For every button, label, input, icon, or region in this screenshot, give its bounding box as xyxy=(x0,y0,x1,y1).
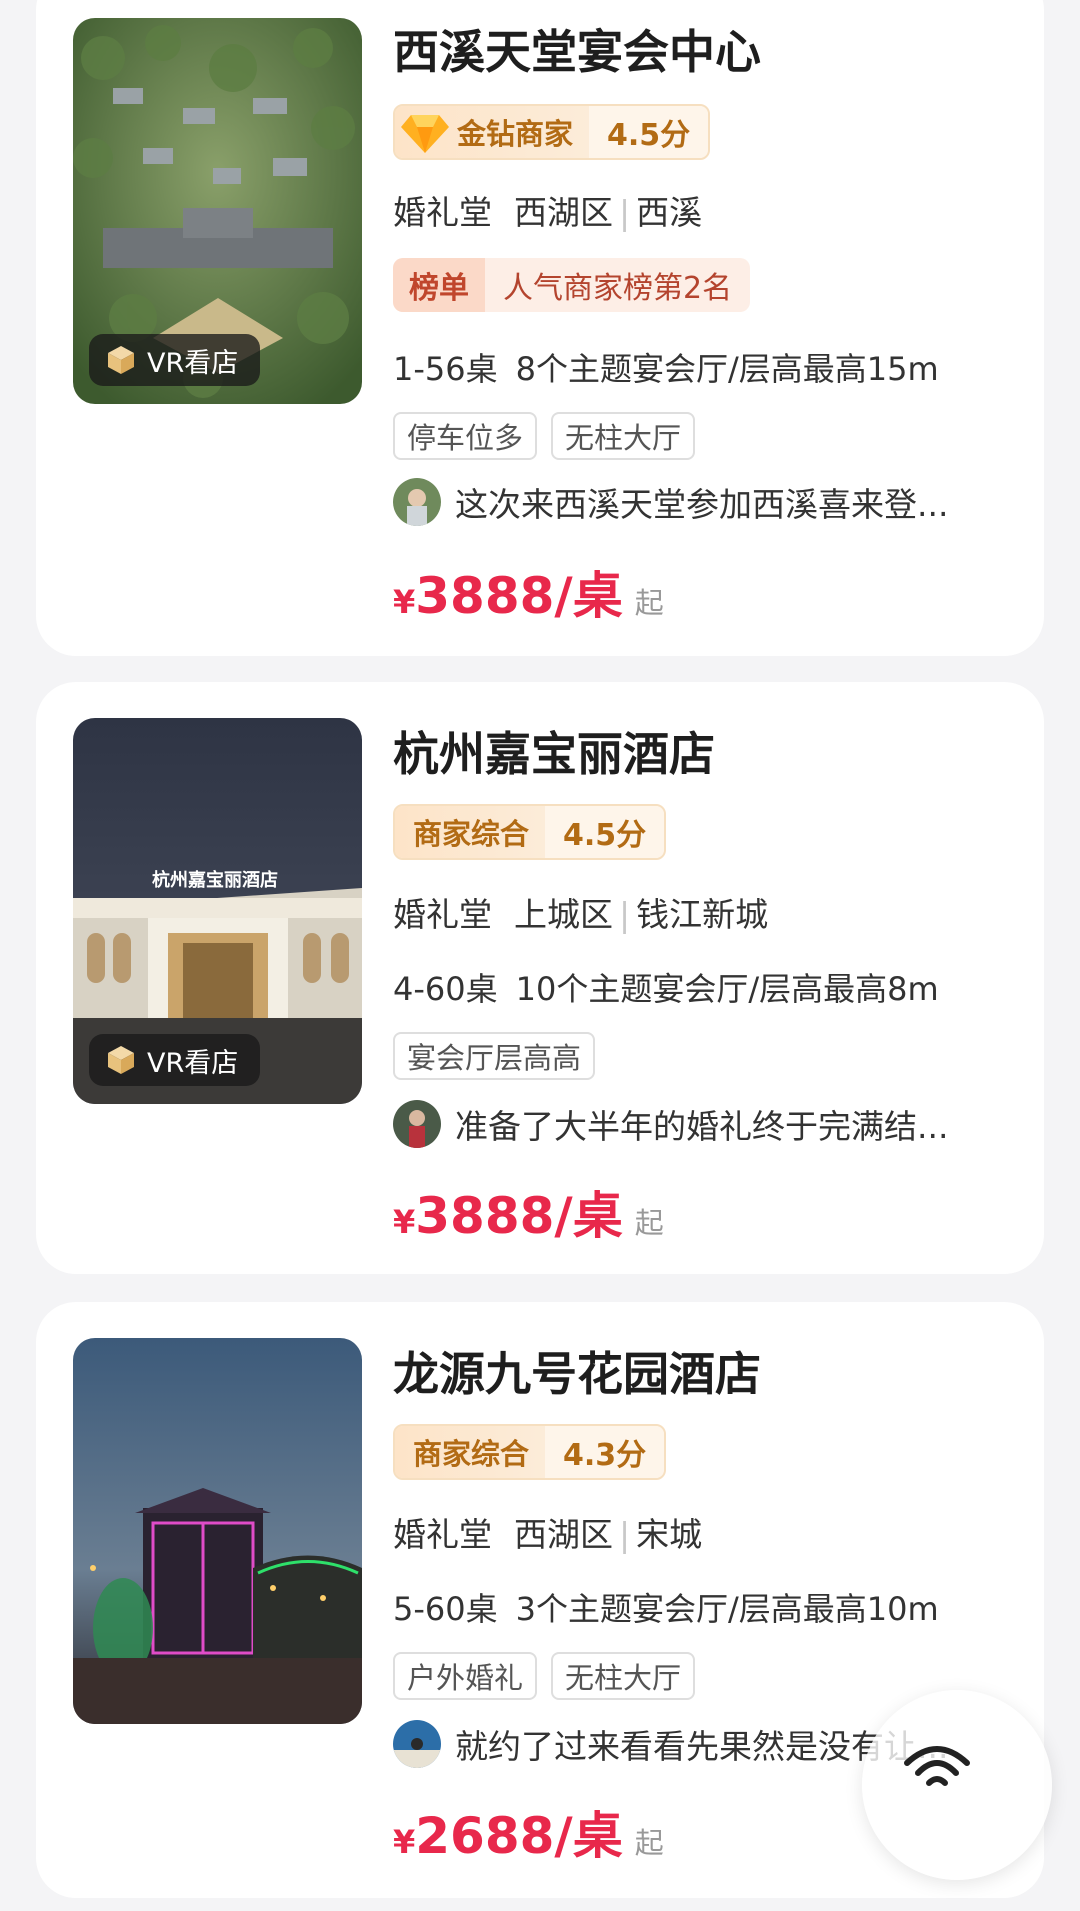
price: ¥2688/桌起 xyxy=(393,1796,664,1868)
wifi-signal-icon xyxy=(904,1746,970,1786)
hall-info: 10个主题宴会厅/层高最高8m xyxy=(515,970,939,1008)
hall-info: 8个主题宴会厅/层高最高15m xyxy=(515,350,939,388)
divider: | xyxy=(619,1515,631,1554)
reviewer-avatar xyxy=(393,1720,441,1768)
ranking-label: 榜单 xyxy=(393,258,485,312)
rating-badge: 金钻商家 4.5分 xyxy=(393,104,711,160)
rating-label: 商家综合 xyxy=(395,1426,546,1478)
review-text: 这次来西溪天堂参加西溪喜来登... xyxy=(455,485,949,524)
rating-score: 4.5分 xyxy=(589,106,709,158)
vr-tour-label: VR看店 xyxy=(147,347,239,379)
venue-photo[interactable]: 杭州嘉宝丽酒店 VR看店 xyxy=(73,718,362,1104)
building-sign: 杭州嘉宝丽酒店 xyxy=(152,869,278,891)
venue-name[interactable]: 龙源九号花园酒店 xyxy=(393,1338,761,1404)
ranking-text: 人气商家榜第2名 xyxy=(503,271,733,306)
rating-label: 金钻商家 xyxy=(395,106,590,158)
rating-badge: 商家综合 4.3分 xyxy=(393,1424,667,1480)
currency-symbol: ¥ xyxy=(393,1203,416,1241)
review-snippet[interactable]: 这次来西溪天堂参加西溪喜来登... xyxy=(393,478,948,526)
venue-district: 上城区 xyxy=(514,895,613,934)
venue-capacity: 1-56桌 8个主题宴会厅/层高最高15m xyxy=(393,344,939,390)
feature-tag: 无柱大厅 xyxy=(551,1652,696,1700)
feature-tag: 户外婚礼 xyxy=(393,1652,538,1700)
divider: | xyxy=(619,895,631,934)
reviewer-avatar xyxy=(393,478,441,526)
table-range: 4-60桌 xyxy=(393,970,498,1008)
price-suffix: 起 xyxy=(634,1206,664,1240)
venue-category: 婚礼堂 xyxy=(393,1515,492,1554)
currency-symbol: ¥ xyxy=(393,583,416,621)
feature-tag: 停车位多 xyxy=(393,412,538,460)
venue-name[interactable]: 杭州嘉宝丽酒店 xyxy=(393,718,715,784)
hall-info: 3个主题宴会厅/层高最高10m xyxy=(515,1590,939,1628)
garden-hotel-night-photo xyxy=(73,1338,362,1724)
venue-capacity: 5-60桌 3个主题宴会厅/层高最高10m xyxy=(393,1584,939,1630)
divider: | xyxy=(619,193,631,232)
price-value: 2688/桌 xyxy=(415,1807,623,1865)
rating-badge: 商家综合 4.5分 xyxy=(393,804,667,860)
table-range: 1-56桌 xyxy=(393,350,498,388)
venue-area: 宋城 xyxy=(636,1515,703,1554)
venue-card[interactable]: VR看店 西溪天堂宴会中心 金钻商家 4.5分 婚礼堂 西湖区 | 西溪 榜单 人气商… xyxy=(36,0,1044,656)
venue-photo[interactable]: VR看店 xyxy=(73,18,362,404)
vr-tour-badge[interactable]: VR看店 xyxy=(89,1034,261,1086)
venue-photo[interactable] xyxy=(73,1338,362,1724)
venue-area: 钱江新城 xyxy=(636,895,769,934)
diamond-icon xyxy=(401,114,449,153)
venue-area: 西溪 xyxy=(636,193,703,232)
reviewer-avatar xyxy=(393,1100,441,1148)
venue-location: 婚礼堂 上城区 | 钱江新城 xyxy=(393,888,768,936)
price-value: 3888/桌 xyxy=(415,567,623,625)
venue-capacity: 4-60桌 10个主题宴会厅/层高最高8m xyxy=(393,964,939,1010)
table-range: 5-60桌 xyxy=(393,1590,498,1628)
currency-symbol: ¥ xyxy=(393,1823,416,1861)
price-suffix: 起 xyxy=(634,1826,664,1860)
feature-tags: 停车位多 无柱大厅 xyxy=(393,412,696,460)
feature-tag: 无柱大厅 xyxy=(551,412,696,460)
rating-score: 4.5分 xyxy=(545,806,665,858)
feature-tags: 户外婚礼 无柱大厅 xyxy=(393,1652,696,1700)
venue-location: 婚礼堂 西湖区 | 西溪 xyxy=(393,186,702,234)
venue-category: 婚礼堂 xyxy=(393,193,492,232)
feature-tag: 宴会厅层高高 xyxy=(393,1032,596,1080)
venue-district: 西湖区 xyxy=(514,193,613,232)
ranking-badge[interactable]: 榜单 人气商家榜第2名 xyxy=(393,258,751,312)
vr-cube-icon xyxy=(108,1046,134,1074)
vr-tour-badge[interactable]: VR看店 xyxy=(89,334,261,386)
rating-label: 商家综合 xyxy=(395,806,546,858)
price: ¥3888/桌起 xyxy=(393,1176,664,1248)
feature-tags: 宴会厅层高高 xyxy=(393,1032,596,1080)
rating-score: 4.3分 xyxy=(545,1426,665,1478)
venue-category: 婚礼堂 xyxy=(393,895,492,934)
floating-action-button[interactable] xyxy=(862,1690,1052,1880)
venue-district: 西湖区 xyxy=(514,1515,613,1554)
review-text: 准备了大半年的婚礼终于完满结... xyxy=(455,1107,949,1146)
venue-card[interactable]: 杭州嘉宝丽酒店 VR看店 杭州嘉宝丽酒店 商家综合 4.5分 婚礼堂 上城区 | 钱江… xyxy=(36,682,1044,1274)
vr-cube-icon xyxy=(108,346,134,374)
review-snippet[interactable]: 准备了大半年的婚礼终于完满结... xyxy=(393,1100,948,1148)
venue-name[interactable]: 西溪天堂宴会中心 xyxy=(393,16,761,82)
vr-tour-label: VR看店 xyxy=(147,1047,239,1079)
price-value: 3888/桌 xyxy=(415,1187,623,1245)
price: ¥3888/桌起 xyxy=(393,556,664,628)
venue-location: 婚礼堂 西湖区 | 宋城 xyxy=(393,1508,702,1556)
price-suffix: 起 xyxy=(634,586,664,620)
